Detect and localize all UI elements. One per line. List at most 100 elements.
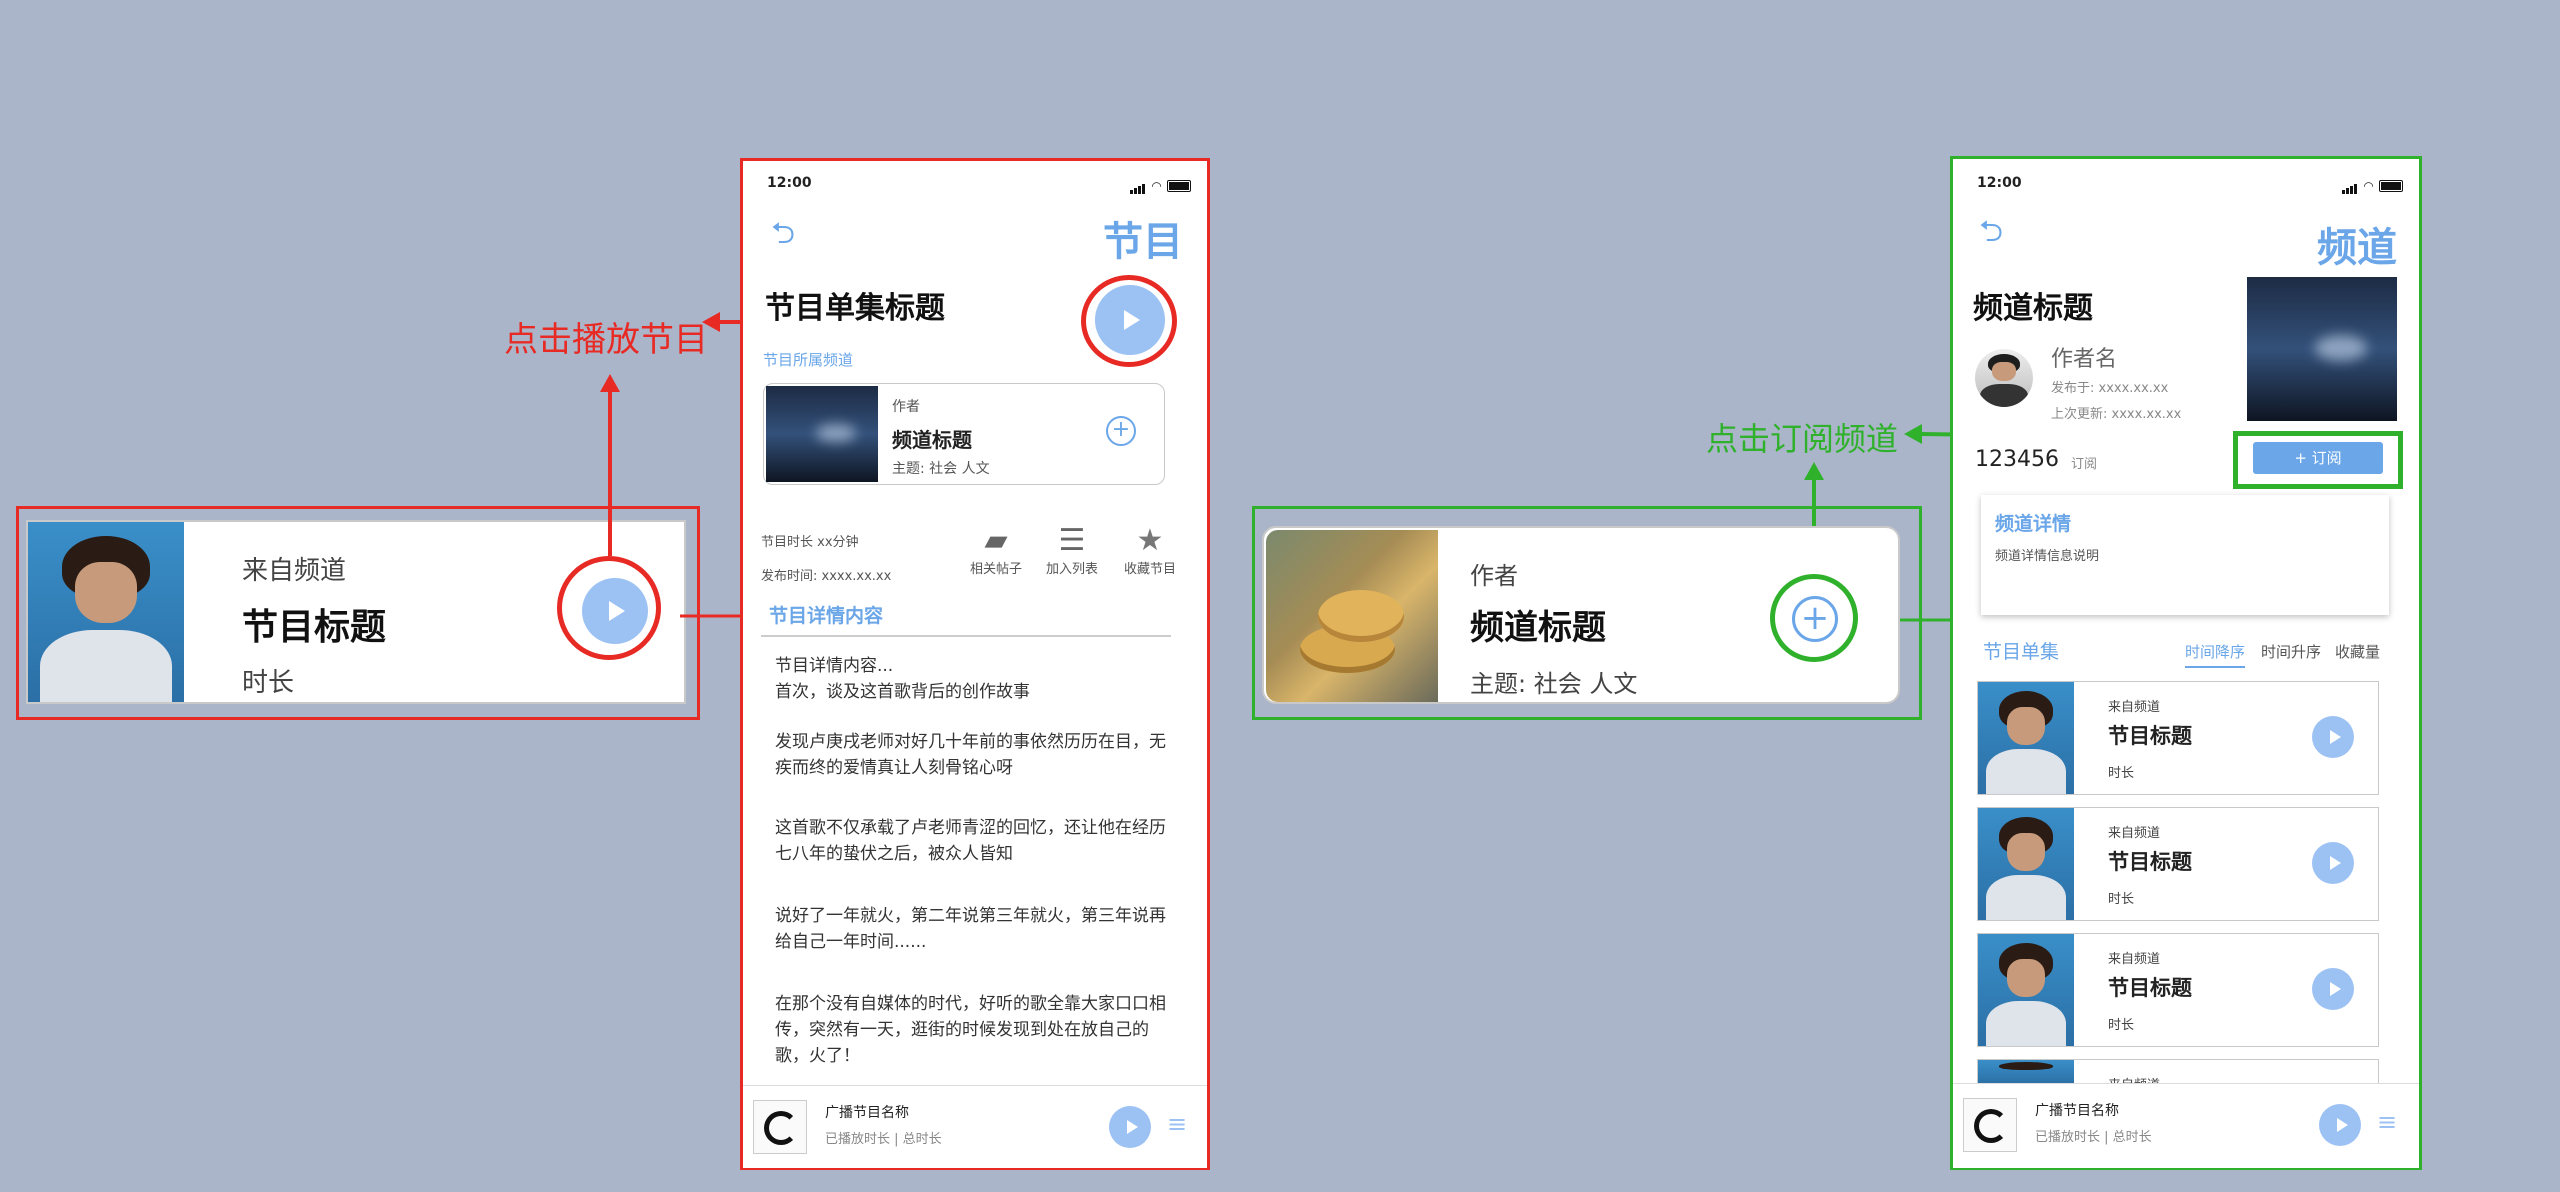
subscriber-count: 123456 bbox=[1975, 447, 2059, 472]
episode-title: 节目标题 bbox=[2108, 850, 2192, 874]
playlist-icon[interactable]: ≡ bbox=[1167, 1110, 1187, 1138]
main-play-highlight bbox=[1081, 275, 1177, 367]
channel-card-title: 频道标题 bbox=[892, 428, 972, 452]
detail-divider bbox=[761, 635, 1171, 637]
mini-player[interactable]: 广播节目名称 已播放时长 | 总时长 ≡ bbox=[1953, 1083, 2419, 1168]
sort-tab-favorites[interactable]: 收藏量 bbox=[2335, 641, 2380, 662]
detail-heading: 节目详情内容 bbox=[769, 605, 884, 627]
episode-title: 节目标题 bbox=[2108, 976, 2192, 1000]
detail-paragraph: 在那个没有自媒体的时代，好听的歌全靠大家口口相传，突然有一天，逛街的时候发现到处… bbox=[775, 994, 1166, 1066]
channel-card-topic: 主题: 社会 人文 bbox=[892, 461, 990, 477]
channel-cover-image bbox=[1266, 530, 1438, 702]
episode-cover-image bbox=[1978, 1060, 2074, 1084]
detail-paragraph: 节目详情内容... 首次，谈及这首歌背后的创作故事 bbox=[775, 656, 1030, 702]
annotation-play: 点击播放节目 bbox=[504, 320, 708, 360]
channel-screen: 12:00 ◠ ⮌ 频道 频道标题 作者名 发布于: xxxx.xx.xx 上次… bbox=[1950, 156, 2422, 1170]
play-icon bbox=[2336, 1118, 2348, 1132]
detail-paragraph: 发现卢庚戌老师对好几十年前的事依然历历在目，无疾而终的爱情真让人刻骨铭心呀 bbox=[775, 732, 1166, 778]
program-duration: 节目时长 xx分钟 bbox=[761, 535, 859, 550]
play-icon bbox=[2329, 856, 2341, 870]
list-item[interactable]: 来自频道 节目标题 时长 bbox=[1977, 933, 2379, 1047]
mini-player[interactable]: 广播节目名称 已播放时长 | 总时长 ≡ bbox=[743, 1085, 1207, 1168]
channel-detail-desc: 频道详情信息说明 bbox=[1995, 549, 2100, 564]
episode-duration: 时长 bbox=[2108, 892, 2135, 907]
subscribe-add-icon[interactable]: + bbox=[1106, 416, 1136, 446]
channel-cover-image bbox=[2247, 277, 2397, 421]
episode-from-channel: 来自频道 bbox=[2108, 700, 2161, 715]
list-item[interactable]: 来自频道 节目标题 时长 bbox=[1977, 807, 2379, 921]
author-name: 作者名 bbox=[2051, 347, 2118, 372]
episode-play-button[interactable] bbox=[2312, 842, 2354, 884]
action-label: 收藏节目 bbox=[1123, 562, 1176, 577]
signal-icon bbox=[1130, 175, 1146, 194]
play-icon bbox=[2329, 730, 2341, 744]
player-progress: 已播放时长 | 总时长 bbox=[825, 1132, 942, 1147]
annotation-subscribe: 点击订阅频道 bbox=[1706, 420, 1899, 458]
episode-cover-image bbox=[1978, 808, 2074, 920]
episode-play-button[interactable] bbox=[2312, 716, 2354, 758]
play-icon bbox=[2329, 982, 2341, 996]
status-time: 12:00 bbox=[1977, 175, 2022, 191]
player-name: 广播节目名称 bbox=[2035, 1103, 2119, 1119]
action-related-posts[interactable]: ▰ 相关帖子 bbox=[959, 523, 1033, 577]
channel-detail-card[interactable]: 频道详情 频道详情信息说明 bbox=[1981, 495, 2389, 615]
episode-title: 节目标题 bbox=[2108, 724, 2192, 748]
channel-title: 频道标题 bbox=[1973, 291, 2093, 326]
player-play-button[interactable] bbox=[2319, 1104, 2361, 1146]
episode-cover-image bbox=[1978, 934, 2074, 1046]
wifi-icon: ◠ bbox=[1151, 179, 1162, 193]
chat-icon: ▰ bbox=[984, 523, 1008, 558]
subscribe-highlight-circle bbox=[1770, 574, 1858, 662]
list-item[interactable]: 来自频道 bbox=[1977, 1059, 2379, 1085]
player-disc-icon bbox=[1963, 1098, 2017, 1152]
add-list-icon: ☰ bbox=[1058, 523, 1086, 558]
playlist-icon[interactable]: ≡ bbox=[2377, 1108, 2397, 1136]
subscribe-button[interactable]: + 订阅 bbox=[2253, 442, 2383, 474]
channel-updated: 上次更新: xxxx.xx.xx bbox=[2051, 407, 2182, 422]
detail-body: 节目详情内容... 首次，谈及这首歌背后的创作故事 发现卢庚戌老师对好几十年前的… bbox=[775, 653, 1167, 1073]
episode-duration: 时长 bbox=[2108, 1018, 2135, 1033]
channel-detail-title: 频道详情 bbox=[1995, 513, 2072, 535]
episode-from-channel: 来自频道 bbox=[2108, 952, 2161, 967]
player-disc-icon bbox=[753, 1100, 807, 1154]
sort-tab-asc[interactable]: 时间升序 bbox=[2261, 641, 2321, 662]
signal-icon bbox=[2342, 175, 2358, 194]
action-add-list[interactable]: ☰ 加入列表 bbox=[1035, 523, 1109, 577]
wifi-icon: ◠ bbox=[2363, 179, 2374, 193]
player-play-button[interactable] bbox=[1109, 1106, 1151, 1148]
status-icons: ◠ bbox=[1130, 175, 1191, 194]
player-progress: 已播放时长 | 总时长 bbox=[2035, 1130, 2152, 1145]
action-label: 加入列表 bbox=[1045, 562, 1098, 577]
channel-card-author: 作者 bbox=[892, 399, 920, 415]
program-published: 发布时间: xxxx.xx.xx bbox=[761, 569, 892, 584]
battery-icon bbox=[2379, 179, 2403, 192]
episode-title: 节目单集标题 bbox=[765, 291, 945, 326]
detail-paragraph: 这首歌不仅承载了卢老师青涩的回忆，还让他在经历七八年的蛰伏之后，被众人皆知 bbox=[775, 818, 1166, 864]
back-button[interactable]: ⮌ bbox=[771, 211, 795, 262]
page-title: 频道 bbox=[2317, 225, 2397, 271]
battery-icon bbox=[1167, 179, 1191, 192]
detail-paragraph: 说好了一年就火，第二年说第三年就火，第三年说再给自己一年时间...... bbox=[775, 906, 1166, 952]
channel-published: 发布于: xxxx.xx.xx bbox=[2051, 381, 2169, 396]
back-button[interactable]: ⮌ bbox=[1979, 209, 2003, 260]
channel-cover-image bbox=[766, 386, 878, 482]
list-item[interactable]: 来自频道 节目标题 时长 bbox=[1977, 681, 2379, 795]
subscriber-unit: 订阅 bbox=[2071, 457, 2098, 472]
action-label: 相关帖子 bbox=[969, 562, 1022, 577]
program-screen: 12:00 ◠ ⮌ 节目 节目单集标题 节目所属频道 作者 频道标题 主题: 社… bbox=[740, 158, 1210, 1170]
star-icon: ★ bbox=[1136, 523, 1164, 558]
episode-cover-image bbox=[1978, 682, 2074, 794]
episode-from-channel: 来自频道 bbox=[2108, 826, 2161, 841]
author-avatar bbox=[1975, 349, 2033, 407]
sort-tab-desc[interactable]: 时间降序 bbox=[2185, 641, 2246, 668]
channel-card[interactable]: 作者 频道标题 主题: 社会 人文 + bbox=[763, 383, 1165, 485]
action-favorite[interactable]: ★ 收藏节目 bbox=[1113, 523, 1187, 577]
page-title: 节目 bbox=[1103, 219, 1183, 265]
channel-card-title: 频道标题 bbox=[1470, 608, 1606, 648]
play-icon bbox=[1126, 1120, 1138, 1134]
episodes-label: 节目单集 bbox=[1983, 641, 2060, 663]
player-name: 广播节目名称 bbox=[825, 1105, 909, 1121]
channel-section-label: 节目所属频道 bbox=[763, 351, 854, 369]
episode-duration: 时长 bbox=[2108, 766, 2135, 781]
episode-play-button[interactable] bbox=[2312, 968, 2354, 1010]
